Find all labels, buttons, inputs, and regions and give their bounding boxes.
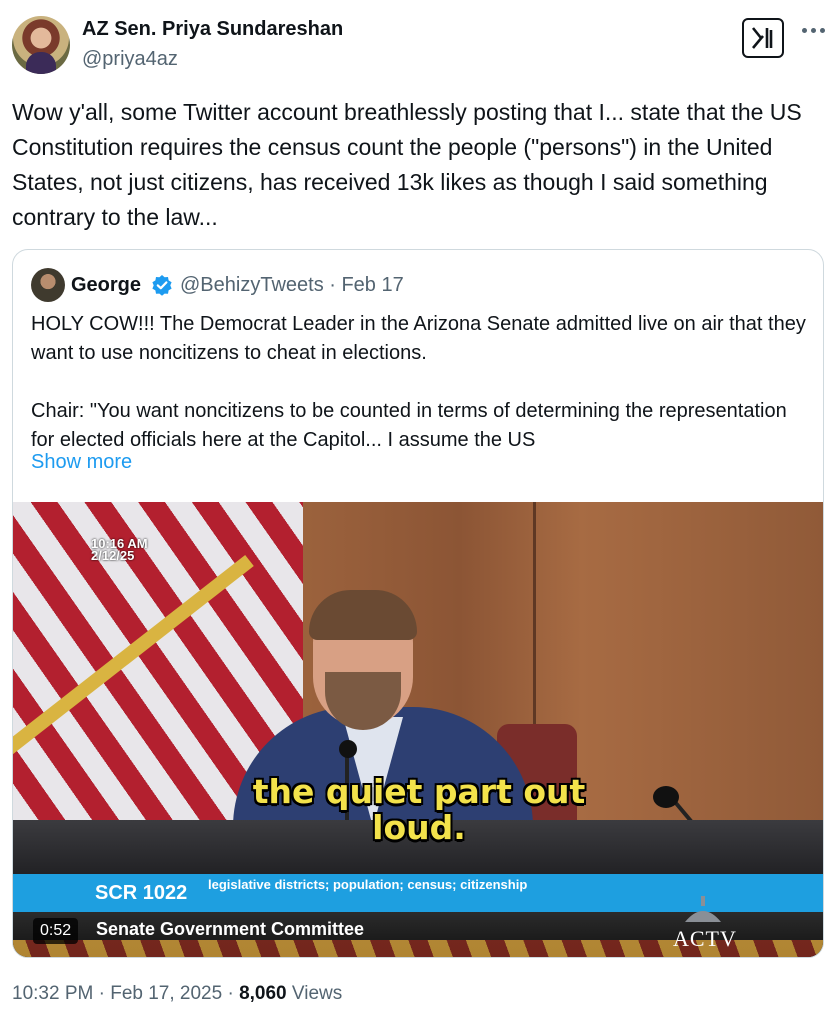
author-avatar[interactable]: [12, 16, 70, 74]
committee-name: Senate Government Committee: [96, 919, 365, 939]
caption-line-2: loud.: [372, 808, 466, 847]
network-logo: ACTV: [673, 926, 737, 951]
chyron-bill-code: SCR 1022: [95, 882, 188, 904]
quote-author-name[interactable]: George: [71, 274, 141, 297]
more-options-button[interactable]: [798, 18, 828, 42]
more-dot: [819, 27, 825, 33]
grok-icon: [751, 27, 773, 49]
microphone-icon: [339, 740, 357, 758]
views-label: Views: [286, 983, 343, 1004]
author-display-name[interactable]: AZ Sen. Priya Sundareshan: [82, 18, 343, 41]
quote-paragraph-2: Chair: "You want noncitizens to be count…: [31, 400, 787, 451]
grok-button[interactable]: [742, 18, 784, 58]
quoted-tweet[interactable]: George @BehizyTweets · Feb 17 HOLY COW!!…: [12, 249, 824, 958]
video-duration: 0:52: [33, 918, 79, 944]
quote-text: HOLY COW!!! The Democrat Leader in the A…: [31, 310, 811, 455]
avatar-figure: [26, 52, 56, 74]
tweet: AZ Sen. Priya Sundareshan @priya4az Wow …: [0, 0, 839, 1024]
video-timestamp-date: 2/12/25: [91, 548, 135, 563]
tweet-meta: 10:32 PM · Feb 17, 2025 · 8,060 Views: [12, 983, 342, 1005]
capitol-dome-icon: [685, 896, 721, 922]
quote-paragraph-1: HOLY COW!!! The Democrat Leader in the A…: [31, 313, 806, 364]
video-timestamp: 10:16 AM 2/12/25: [91, 537, 148, 563]
quote-author-avatar[interactable]: [31, 268, 65, 302]
video-caption: the quiet part out loud.: [13, 772, 823, 847]
verified-badge-icon: [152, 275, 172, 296]
author-handle[interactable]: @priya4az: [82, 48, 178, 71]
tweet-timestamp[interactable]: 10:32 PM · Feb 17, 2025 ·: [12, 983, 239, 1004]
more-dot: [810, 27, 816, 33]
more-horizontal-icon: [801, 27, 807, 33]
quote-author-handle-date[interactable]: @BehizyTweets · Feb 17: [180, 274, 404, 297]
video-player[interactable]: 10:16 AM 2/12/25 the quiet part out loud…: [13, 502, 823, 957]
tweet-text: Wow y'all, some Twitter account breathle…: [12, 99, 802, 230]
chyron-description: legislative districts; population; censu…: [208, 877, 528, 892]
views-count[interactable]: 8,060: [239, 983, 287, 1004]
caption-line-1: the quiet part out: [252, 772, 586, 811]
show-more-link[interactable]: Show more: [31, 451, 132, 474]
